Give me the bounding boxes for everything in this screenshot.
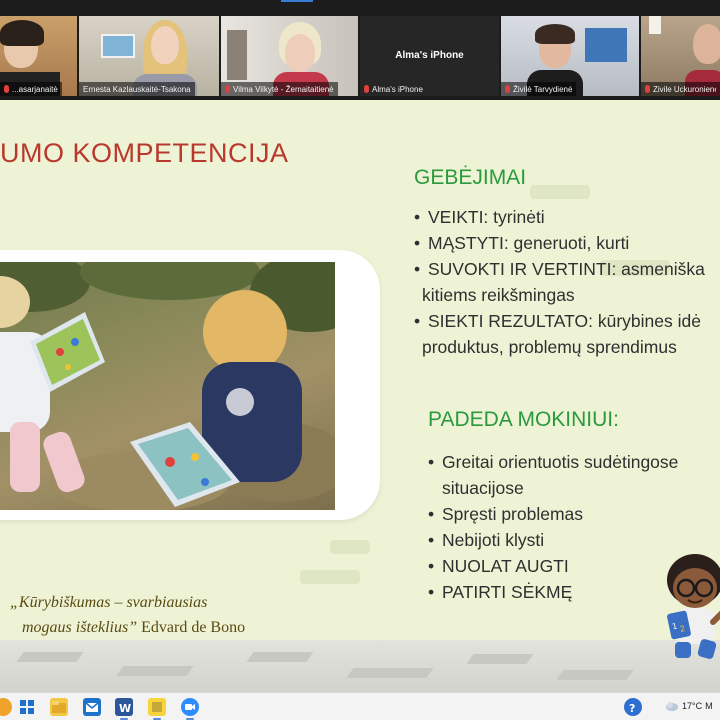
participant-center-label: Alma's iPhone — [395, 50, 464, 61]
list-item: • PATIRTI SĖKMĘ — [428, 582, 573, 602]
quote-text: „Kūrybiškumas – svarbiausias mogaus ište… — [0, 590, 300, 640]
photo-illustration — [0, 262, 335, 510]
windows-taskbar: W ? 17°C M — [0, 692, 720, 720]
participant-video-strip: ...asarjanaitė Ernesta Kazlauskaitė-Tsak… — [0, 0, 720, 100]
children-playing-photo — [0, 262, 335, 510]
participant-name: Živilė Tarvydienė — [513, 84, 573, 94]
mic-muted-icon — [505, 85, 510, 93]
participant-name-bar: Živilė Tarvydienė — [501, 82, 577, 96]
abilities-list: • VEIKTI: tyrinėti • MĄSTYTI: generuoti, k… — [414, 204, 705, 360]
participant-tile[interactable]: Zivile Uckuronienė — [641, 16, 720, 96]
participant-name-bar: ...asarjanaitė — [0, 82, 62, 96]
participant-hair — [0, 20, 44, 46]
quote-line-2-text: mogaus išteklius” — [22, 619, 138, 636]
mail-icon[interactable] — [83, 698, 101, 716]
slide-floor-decoration — [0, 640, 720, 692]
wall-painting — [101, 34, 135, 58]
mic-muted-icon — [645, 85, 650, 93]
list-item: • MĄSTYTI: generuoti, kurti — [414, 233, 630, 253]
wall-map — [585, 28, 627, 62]
weather-widget[interactable]: 17°C M — [665, 700, 713, 712]
cartoon-boy-icon: 1 2 — [667, 554, 720, 659]
participant-name-bar: Alma's iPhone — [360, 82, 427, 96]
list-item: • Spręsti problemas — [428, 504, 584, 524]
file-explorer-icon[interactable] — [50, 698, 68, 716]
word-icon[interactable]: W — [115, 698, 133, 720]
participant-tile-active-speaker[interactable]: Ernesta Kazlauskaitė-Tsakona — [79, 16, 219, 96]
participant-tile[interactable]: Vilma Vilkytė - Žemaitaitienė — [221, 16, 358, 96]
svg-text:?: ? — [629, 702, 635, 715]
abilities-heading: GEBĖJIMAI — [414, 166, 527, 189]
participant-name-bar: Zivile Uckuronienė — [641, 82, 720, 96]
participant-name: Ernesta Kazlauskaitė-Tsakona — [83, 84, 191, 94]
zoom-icon[interactable] — [181, 698, 199, 720]
help-icon[interactable]: ? — [624, 698, 642, 716]
windows-icon[interactable] — [18, 698, 36, 716]
participant-name-bar: Ernesta Kazlauskaitė-Tsakona — [79, 82, 195, 96]
list-item: • VEIKTI: tyrinėti — [414, 207, 545, 227]
weather-trailing-text: M — [705, 701, 713, 711]
list-item: • Nebijoti klysti — [428, 530, 545, 550]
participant-tile[interactable]: Živilė Tarvydienė — [501, 16, 639, 96]
weather-icon — [666, 702, 678, 711]
list-item: • NUOLAT AUGTI — [428, 556, 569, 576]
participant-face — [151, 26, 179, 64]
participant-tile-no-video[interactable]: Alma's iPhone Alma's iPhone — [360, 16, 499, 96]
quote-line-1: „Kūrybiškumas – svarbiausias — [10, 594, 208, 611]
quote-author: Edvard de Bono — [141, 619, 246, 636]
participant-name-bar: Vilma Vilkytė - Žemaitaitienė — [221, 82, 338, 96]
quote-line-2: mogaus išteklius” Edvard de Bono — [0, 615, 300, 640]
participant-face — [285, 34, 315, 72]
helps-student-list: • Greitai orientuotis sudėtingose situacij… — [428, 449, 678, 605]
participant-name: Zivile Uckuronienė — [653, 84, 716, 94]
participant-name: Vilma Vilkytė - Žemaitaitienė — [233, 84, 334, 94]
participant-face — [693, 24, 720, 64]
slide-title: UMO KOMPETENCIJA — [0, 138, 289, 168]
mic-muted-icon — [225, 85, 230, 93]
participant-tile[interactable]: ...asarjanaitė — [0, 16, 77, 96]
helps-student-heading: PADEDA MOKINIUI: — [428, 408, 619, 431]
participant-hair — [535, 24, 575, 44]
window-accent-bar — [281, 0, 313, 2]
weather-temperature: 17°C — [682, 701, 703, 711]
list-item: • SIEKTI REZULTATO: kūrybines idė produktu… — [414, 311, 701, 357]
list-item: • Greitai orientuotis sudėtingose situacij… — [428, 452, 679, 498]
participant-name: Alma's iPhone — [372, 84, 423, 94]
svg-text:W: W — [119, 702, 131, 715]
cartoon-boy-illustration: 1 2 — [655, 552, 720, 662]
taskbar-app-icon[interactable] — [0, 698, 12, 716]
mic-muted-icon — [364, 85, 369, 93]
mic-muted-icon — [4, 85, 9, 93]
sticky-notes-icon[interactable] — [148, 698, 166, 720]
list-item: • SUVOKTI IR VERTINTI: asmeniška kitiems r… — [414, 259, 705, 305]
participant-name: ...asarjanaitė — [12, 84, 58, 94]
shared-screen-slide: UMO KOMPETENCIJA „Kūrybiškumas – svarbia… — [0, 100, 720, 692]
